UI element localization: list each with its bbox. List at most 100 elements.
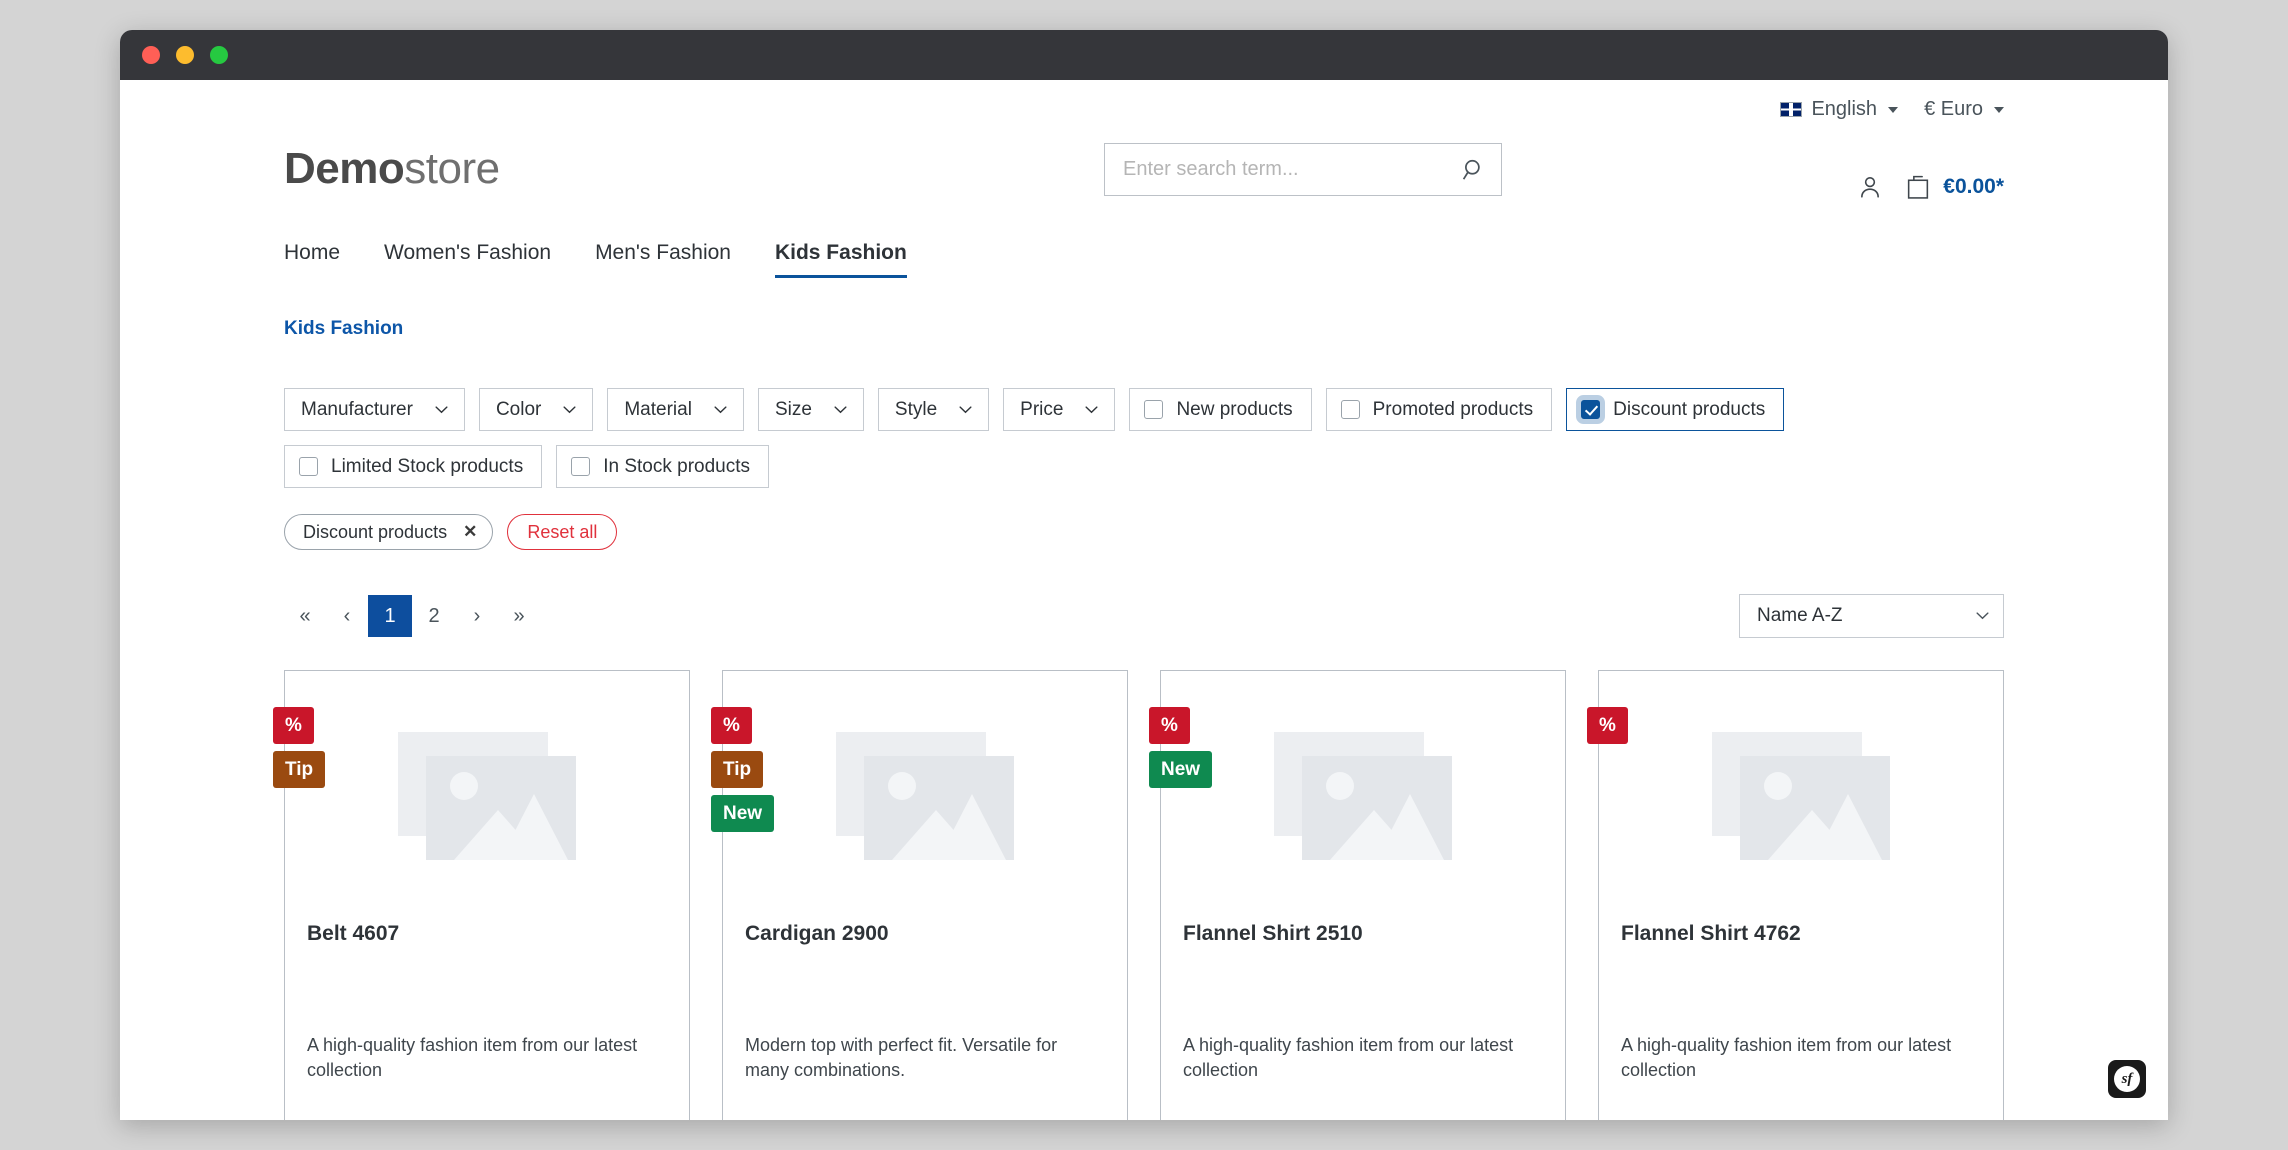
filter-in-stock-label: In Stock products	[603, 455, 750, 477]
main-navigation: Home Women's Fashion Men's Fashion Kids …	[244, 217, 2044, 278]
symfony-debug-toolbar-button[interactable]: sf	[2108, 1060, 2146, 1098]
chevron-down-icon	[435, 405, 448, 413]
checkbox-icon[interactable]	[571, 457, 591, 476]
filter-row-primary: Manufacturer Color Material Size Style P…	[284, 388, 2004, 431]
nav-item-kids-fashion[interactable]: Kids Fashion	[774, 241, 907, 278]
reset-all-button[interactable]: Reset all	[507, 514, 618, 550]
pagination-page-2[interactable]: 2	[412, 595, 456, 637]
product-title[interactable]: Cardigan 2900	[723, 903, 1127, 947]
currency-selector[interactable]: € Euro	[1924, 98, 2004, 121]
checkbox-checked-icon[interactable]	[1581, 400, 1601, 419]
product-card[interactable]: % New Flannel Shirt 2510 A high-quality …	[1149, 670, 1566, 1120]
browser-window: English € Euro Demostore Enter search te…	[120, 30, 2168, 1120]
page-viewport: English € Euro Demostore Enter search te…	[120, 80, 2168, 1120]
sort-container: Name A-Z	[1739, 594, 2004, 638]
product-badges: %	[1587, 707, 1628, 744]
filter-row-secondary: Limited Stock products In Stock products	[284, 445, 2004, 488]
badge-tip: Tip	[711, 751, 764, 788]
filter-size[interactable]: Size	[757, 388, 864, 431]
language-label: English	[1811, 98, 1878, 120]
filter-style-label: Style	[894, 398, 938, 420]
active-filter-tag-discount[interactable]: Discount products ✕	[284, 514, 494, 550]
site-logo[interactable]: Demostore	[284, 131, 500, 191]
filter-promoted-products[interactable]: Promoted products	[1325, 388, 1553, 431]
product-image[interactable]	[723, 671, 1127, 903]
pagination-next[interactable]: ›	[456, 595, 498, 637]
sort-select[interactable]: Name A-Z	[1739, 594, 2004, 638]
pagination-last[interactable]: »	[498, 595, 540, 637]
filter-limited-stock-products[interactable]: Limited Stock products	[284, 445, 543, 488]
chevron-down-icon	[714, 405, 727, 413]
filter-in-stock-products[interactable]: In Stock products	[556, 445, 769, 488]
image-placeholder-icon	[1712, 732, 1890, 860]
breadcrumb-current: Kids Fashion	[284, 318, 404, 339]
badge-discount: %	[711, 707, 752, 744]
cart-total-amount: €0.00*	[1943, 174, 2004, 198]
search-box[interactable]	[1104, 143, 1502, 196]
checkbox-icon[interactable]	[1144, 400, 1164, 419]
product-title[interactable]: Belt 4607	[285, 903, 689, 947]
page-content: English € Euro Demostore Enter search te…	[244, 80, 2044, 1120]
logo-bold-text: Demo	[284, 144, 405, 193]
filter-material-label: Material	[624, 398, 692, 420]
window-maximize-button[interactable]	[210, 46, 228, 64]
chevron-down-icon	[1085, 405, 1098, 413]
logo-light-text: store	[404, 144, 500, 193]
product-image[interactable]	[285, 671, 689, 903]
filter-discount-products[interactable]: Discount products	[1566, 388, 1785, 431]
filter-new-products[interactable]: New products	[1129, 388, 1312, 431]
search-input[interactable]	[1123, 158, 1461, 181]
search-icon[interactable]	[1461, 157, 1487, 183]
window-close-button[interactable]	[142, 46, 160, 64]
active-filter-tag-label: Discount products	[303, 521, 448, 542]
cart-widget[interactable]: €0.00*	[1905, 173, 2004, 200]
image-placeholder-icon	[1274, 732, 1452, 860]
product-card[interactable]: % Flannel Shirt 4762 A high-quality fash…	[1587, 670, 2004, 1120]
chevron-down-icon	[1994, 106, 2004, 113]
window-titlebar	[120, 30, 2168, 80]
user-actions: €0.00*	[1857, 173, 2004, 200]
filter-manufacturer-label: Manufacturer	[301, 398, 413, 420]
checkbox-icon[interactable]	[299, 457, 318, 476]
pagination: « ‹ 1 2 › »	[284, 595, 540, 637]
product-card[interactable]: % Tip New Cardigan 2900 Modern top with …	[711, 670, 1128, 1120]
breadcrumb[interactable]: Kids Fashion	[244, 278, 2044, 340]
search-container	[1104, 143, 1502, 196]
badge-discount: %	[273, 707, 314, 744]
product-description: A high-quality fashion item from our lat…	[1621, 1035, 1952, 1081]
filter-manufacturer[interactable]: Manufacturer	[284, 388, 465, 431]
filter-size-label: Size	[774, 398, 812, 420]
filter-material[interactable]: Material	[607, 388, 744, 431]
product-card[interactable]: % Tip Belt 4607 A high-quality fashion i…	[273, 670, 690, 1120]
uk-flag-icon	[1780, 102, 1803, 117]
chevron-down-icon	[959, 405, 972, 413]
cart-bag-icon	[1908, 175, 1929, 199]
filter-color[interactable]: Color	[478, 388, 594, 431]
currency-label: € Euro	[1924, 98, 1983, 120]
product-image[interactable]	[1161, 671, 1565, 903]
product-title[interactable]: Flannel Shirt 4762	[1599, 903, 2003, 947]
nav-item-womens-fashion[interactable]: Women's Fashion	[384, 241, 551, 278]
product-description: A high-quality fashion item from our lat…	[307, 1035, 638, 1081]
image-placeholder-icon	[398, 732, 576, 860]
filter-color-label: Color	[495, 398, 542, 420]
account-icon[interactable]	[1857, 174, 1883, 200]
product-badges: % Tip	[273, 707, 326, 788]
window-minimize-button[interactable]	[176, 46, 194, 64]
symfony-logo-icon: sf	[2114, 1066, 2140, 1092]
checkbox-icon[interactable]	[1340, 400, 1360, 419]
badge-tip: Tip	[273, 751, 326, 788]
nav-item-home[interactable]: Home	[284, 241, 340, 278]
remove-filter-icon[interactable]: ✕	[463, 522, 477, 542]
filter-promoted-products-label: Promoted products	[1372, 398, 1534, 420]
product-image[interactable]	[1599, 671, 2003, 903]
pagination-first[interactable]: «	[284, 595, 326, 637]
filter-style[interactable]: Style	[877, 388, 990, 431]
badge-discount: %	[1149, 707, 1190, 744]
filter-price[interactable]: Price	[1003, 388, 1116, 431]
product-title[interactable]: Flannel Shirt 2510	[1161, 903, 1565, 947]
language-selector[interactable]: English	[1780, 98, 1899, 121]
pagination-page-1[interactable]: 1	[368, 595, 412, 637]
pagination-prev[interactable]: ‹	[326, 595, 368, 637]
nav-item-mens-fashion[interactable]: Men's Fashion	[595, 241, 731, 278]
